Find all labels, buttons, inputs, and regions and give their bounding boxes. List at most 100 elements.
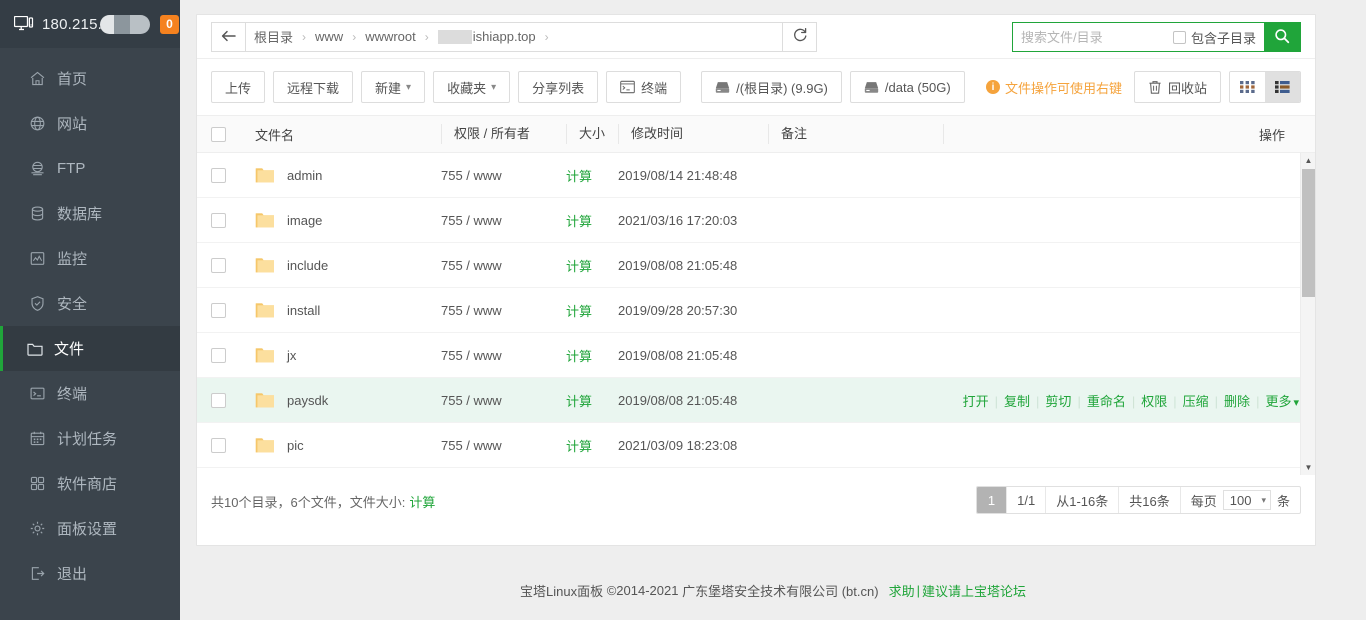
sidebar-item-database[interactable]: 数据库 [0,191,180,236]
row-permission: 755 / www [441,302,502,318]
file-name[interactable]: include [287,258,328,273]
footer-help-link[interactable]: 求助 [889,581,915,600]
scroll-up-arrow[interactable]: ▲ [1301,153,1315,168]
upload-button[interactable]: 上传 [211,71,266,103]
include-subdir-toggle[interactable]: 包含子目录 [1172,28,1264,47]
row-checkbox[interactable] [211,302,226,318]
row-checkbox[interactable] [211,167,226,183]
breadcrumb-item-www[interactable]: www [315,29,343,44]
refresh-button[interactable] [783,21,817,52]
sidebar-item-home[interactable]: 首页 [0,56,180,101]
sidebar-item-crontab[interactable]: 计划任务 [0,416,180,461]
breadcrumb[interactable]: 根目录 › www › wwwroot › ishiapp.top › [245,21,783,52]
row-size-calc-link[interactable]: 计算 [566,346,618,365]
back-button[interactable] [211,21,245,52]
row-op-delete[interactable]: 删除 [1224,394,1250,409]
row-name-cell[interactable]: include [255,257,441,274]
row-op-permission[interactable]: 权限 [1141,394,1167,409]
file-name[interactable]: pic [287,438,304,453]
share-list-button[interactable]: 分享列表 [518,71,599,103]
table-row[interactable]: image 755 / www 计算 2021/03/16 17:20:03 [197,198,1315,243]
file-name[interactable]: jx [287,348,296,363]
row-name-cell[interactable]: jx [255,347,441,364]
sidebar-item-appstore[interactable]: 软件商店 [0,461,180,506]
row-name-cell[interactable]: pic [255,437,441,454]
table-row[interactable]: install 755 / www 计算 2019/09/28 20:57:30 [197,288,1315,333]
sidebar-item-settings[interactable]: 面板设置 [0,506,180,551]
sidebar-item-files[interactable]: 文件 [0,326,180,371]
row-name-cell[interactable]: paysdk [255,392,441,409]
column-header-note[interactable]: 备注 [768,124,943,144]
column-header-time[interactable]: 修改时间 [618,124,768,144]
include-subdir-checkbox[interactable] [1172,30,1186,44]
recycle-bin-button[interactable]: 回收站 [1133,71,1221,103]
file-name[interactable]: install [287,303,320,318]
page-of: 1/1 [1007,487,1047,513]
search-button[interactable] [1264,23,1300,51]
row-op-copy[interactable]: 复制 [1004,394,1030,409]
page-size-select[interactable]: 100 ▾ [1222,490,1271,510]
breadcrumb-item-domain[interactable]: ishiapp.top [473,29,536,44]
table-row[interactable]: include 755 / www 计算 2019/08/08 21:05:48 [197,243,1315,288]
row-size-calc-link[interactable]: 计算 [566,256,618,275]
footer-link-separator: | [916,582,920,598]
footer-forum-link[interactable]: 建议请上宝塔论坛 [922,581,1026,600]
sidebar-item-ftp[interactable]: FTP [0,146,180,191]
row-size-calc-link[interactable]: 计算 [566,166,618,185]
table-row[interactable]: jx 755 / www 计算 2019/08/08 21:05:48 [197,333,1315,378]
terminal-button[interactable]: 终端 [606,71,682,103]
page-current[interactable]: 1 [976,487,1008,513]
row-op-open[interactable]: 打开 [963,394,989,409]
sidebar: 180.215. 0 首页 网站 FTP 数据库 监控 安全 文件 终端 计划任… [0,0,180,620]
row-checkbox[interactable] [211,392,226,408]
sidebar-item-terminal[interactable]: 终端 [0,371,180,416]
column-header-name[interactable]: 文件名 [255,125,441,144]
file-name[interactable]: admin [287,168,322,183]
row-op-rename[interactable]: 重命名 [1087,394,1126,409]
row-size-calc-link[interactable]: 计算 [566,436,618,455]
row-checkbox[interactable] [211,257,226,273]
disk-data-button[interactable]: /data (50G) [849,71,965,103]
favorites-button[interactable]: 收藏夹 ▾ [433,71,511,103]
scroll-down-arrow[interactable]: ▼ [1301,460,1315,475]
file-name[interactable]: paysdk [287,393,328,408]
search-input[interactable] [1012,23,1173,51]
row-size-calc-link[interactable]: 计算 [566,301,618,320]
scrollbar-thumb[interactable] [1302,169,1315,297]
row-size-calc-link[interactable]: 计算 [566,211,618,230]
vertical-scrollbar[interactable]: ▲ ▼ [1300,153,1315,475]
grid-view-icon[interactable] [1230,72,1265,102]
table-row[interactable]: pic 755 / www 计算 2021/03/09 18:23:08 [197,423,1315,468]
new-button[interactable]: 新建 ▾ [361,71,426,103]
row-size-calc-link[interactable]: 计算 [566,391,618,410]
upload-button-label: 上传 [225,80,252,96]
folder-icon [255,257,275,274]
row-checkbox[interactable] [211,437,226,453]
row-checkbox[interactable] [211,212,226,228]
column-header-permission[interactable]: 权限 / 所有者 [441,124,566,144]
row-name-cell[interactable]: image [255,212,441,229]
terminal-icon [620,80,635,94]
row-op-more[interactable]: 更多 [1265,394,1291,409]
table-row[interactable]: paysdk 755 / www 计算 2019/08/08 21:05:48 … [197,378,1315,423]
row-op-compress[interactable]: 压缩 [1183,394,1209,409]
row-name-cell[interactable]: admin [255,167,441,184]
row-op-cut[interactable]: 剪切 [1045,394,1071,409]
sidebar-item-security[interactable]: 安全 [0,281,180,326]
remote-download-button[interactable]: 远程下载 [273,71,354,103]
disk-root-button[interactable]: /(根目录) (9.9G) [701,71,842,103]
summary-calc-link[interactable]: 计算 [409,492,435,511]
row-checkbox[interactable] [211,347,226,363]
notification-badge[interactable]: 0 [160,14,179,34]
select-all-checkbox[interactable] [211,126,226,142]
sidebar-item-logout[interactable]: 退出 [0,551,180,596]
breadcrumb-item-root[interactable]: 根目录 [254,27,293,46]
file-name[interactable]: image [287,213,322,228]
breadcrumb-item-wwwroot[interactable]: wwwroot [365,29,416,44]
row-name-cell[interactable]: install [255,302,441,319]
sidebar-item-website[interactable]: 网站 [0,101,180,146]
list-view-icon[interactable] [1265,72,1300,102]
column-header-size[interactable]: 大小 [566,124,618,144]
sidebar-item-monitor[interactable]: 监控 [0,236,180,281]
table-row[interactable]: admin 755 / www 计算 2019/08/14 21:48:48 [197,153,1315,198]
